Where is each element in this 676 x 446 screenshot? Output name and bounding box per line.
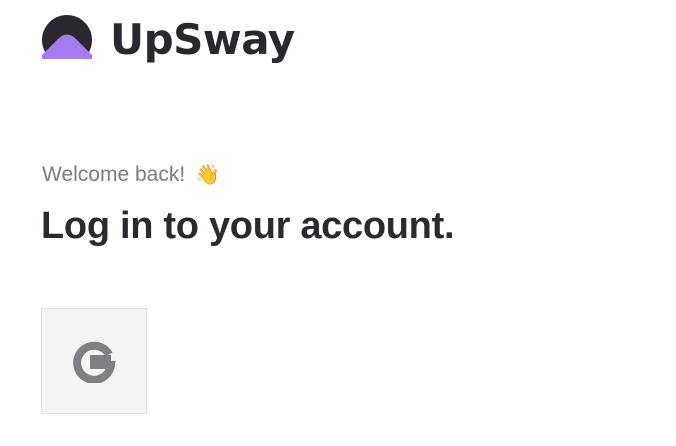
brand-name: UpSway: [110, 15, 295, 64]
waving-hand-icon: 👋: [195, 164, 220, 186]
google-g-icon: [72, 339, 116, 383]
welcome-message: Welcome back! 👋: [42, 160, 220, 190]
brand-header[interactable]: UpSway: [42, 15, 295, 65]
page-title: Log in to your account.: [41, 205, 455, 247]
welcome-text: Welcome back!: [42, 163, 186, 186]
login-page: UpSway Welcome back! 👋 Log in to your ac…: [0, 0, 676, 446]
upsway-logo-icon: [42, 15, 92, 65]
google-login-button[interactable]: [41, 308, 147, 414]
